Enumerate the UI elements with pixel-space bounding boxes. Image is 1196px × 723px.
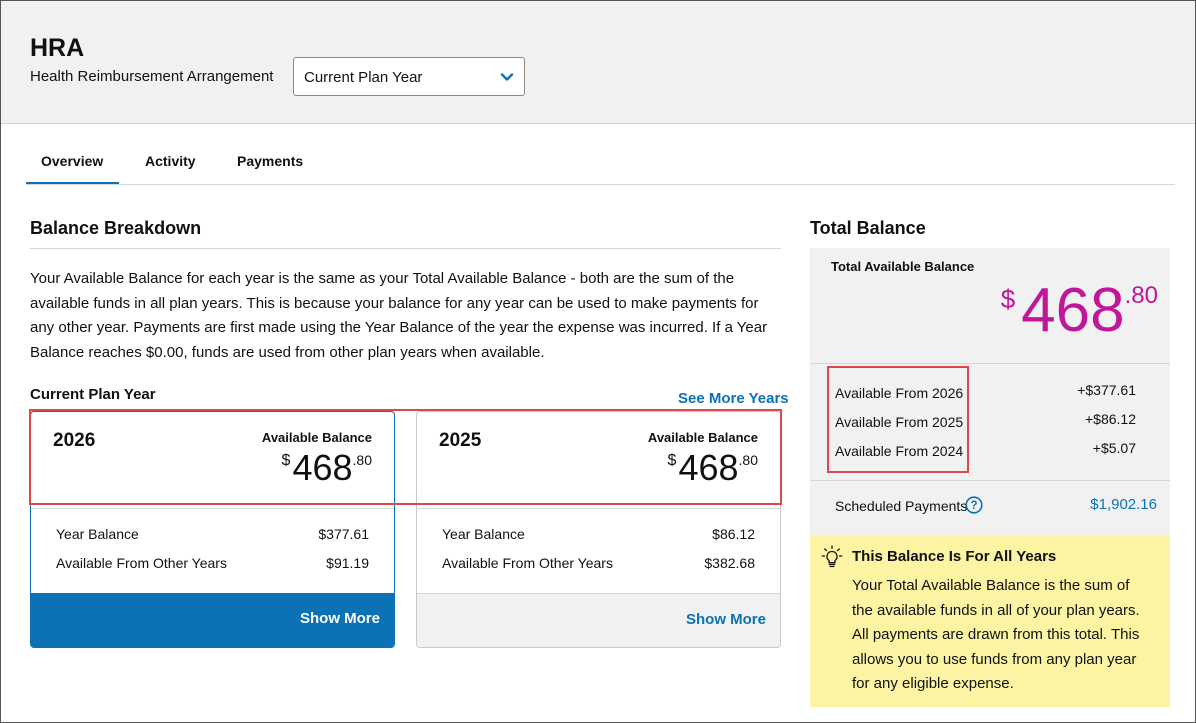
year-card-2026[interactable]: 2026 Available Balance $468.80 Year Bala… <box>30 411 395 648</box>
lightbulb-icon <box>821 545 843 568</box>
see-more-years-link[interactable]: See More Years <box>678 390 789 407</box>
balance-breakdown-title: Balance Breakdown <box>30 218 202 238</box>
tab-overview[interactable]: Overview <box>25 153 120 184</box>
app-window: HRA Health Reimbursement Arrangement Cur… <box>0 0 1196 723</box>
available-balance-amount: $468.80 <box>668 448 758 488</box>
available-from-row: Available From 2024 +$5.07 <box>835 440 1136 459</box>
row-value: $377.61 <box>318 526 369 542</box>
row-value: $86.12 <box>712 526 755 542</box>
amount-whole: 468 <box>678 447 739 488</box>
available-from-value: +$5.07 <box>1092 440 1136 456</box>
currency-symbol: $ <box>667 452 677 469</box>
amount-cents: .80 <box>738 452 758 468</box>
total-available-balance-label: Total Available Balance <box>831 259 975 274</box>
card-year: 2025 <box>439 430 482 451</box>
year-card-2025[interactable]: 2025 Available Balance $468.80 Year Bala… <box>416 411 781 648</box>
card-divider <box>31 508 394 509</box>
other-years-row: Available From Other Years $91.19 <box>56 555 369 571</box>
card-year: 2026 <box>53 430 96 451</box>
chevron-down-icon <box>500 73 514 81</box>
row-value: $382.68 <box>704 555 755 571</box>
current-plan-year-label: Current Plan Year <box>30 386 156 403</box>
scheduled-payments-label: Scheduled Payments <box>835 498 968 514</box>
available-from-row: Available From 2026 +$377.61 <box>835 382 1136 401</box>
panel-divider <box>810 363 1170 364</box>
available-from-value: +$86.12 <box>1085 411 1136 427</box>
available-balance-label: Available Balance <box>261 430 372 445</box>
scheduled-payments-value[interactable]: $1,902.16 <box>1090 496 1157 513</box>
svg-text:?: ? <box>970 500 977 512</box>
show-more-button[interactable]: Show More <box>686 611 766 628</box>
plan-year-select[interactable]: Current Plan Year <box>293 57 525 96</box>
total-available-balance-amount: $468.80 <box>1001 278 1158 344</box>
currency-symbol: $ <box>1000 284 1016 314</box>
amount-cents: .80 <box>352 452 372 468</box>
available-from-label: Available From 2026 <box>835 385 964 401</box>
row-value: $91.19 <box>326 555 369 571</box>
available-balance-amount: $468.80 <box>282 448 372 488</box>
panel-divider <box>810 480 1170 481</box>
available-balance-label: Available Balance <box>647 430 758 445</box>
row-label: Available From Other Years <box>442 555 613 571</box>
show-more-button[interactable]: Show More <box>300 610 380 627</box>
total-balance-title: Total Balance <box>810 218 926 238</box>
currency-symbol: $ <box>281 452 291 469</box>
available-from-row: Available From 2025 +$86.12 <box>835 411 1136 430</box>
tab-payments[interactable]: Payments <box>237 153 303 169</box>
question-circle-icon[interactable]: ? <box>965 496 983 514</box>
page-header: HRA Health Reimbursement Arrangement Cur… <box>1 1 1195 124</box>
available-from-value: +$377.61 <box>1077 382 1136 398</box>
card-divider <box>417 508 780 509</box>
year-balance-row: Year Balance $377.61 <box>56 526 369 542</box>
row-label: Year Balance <box>56 526 139 542</box>
year-balance-row: Year Balance $86.12 <box>442 526 755 542</box>
card-footer: Show More <box>417 593 780 647</box>
amount-whole: 468 <box>292 447 353 488</box>
tab-activity[interactable]: Activity <box>145 153 196 169</box>
card-footer: Show More <box>31 593 394 647</box>
available-from-label: Available From 2025 <box>835 414 964 430</box>
row-label: Year Balance <box>442 526 525 542</box>
other-years-row: Available From Other Years $382.68 <box>442 555 755 571</box>
notice-body: Your Total Available Balance is the sum … <box>852 577 1140 692</box>
page-title: HRA <box>30 34 85 62</box>
all-years-notice: This Balance Is For All Years Your Total… <box>810 535 1170 707</box>
amount-cents: .80 <box>1124 282 1158 309</box>
total-balance-panel: Total Available Balance $468.80 Availabl… <box>810 248 1170 535</box>
tab-bar: Overview Activity Payments <box>25 141 1175 185</box>
available-from-label: Available From 2024 <box>835 443 964 459</box>
page-subtitle: Health Reimbursement Arrangement <box>30 68 274 85</box>
section-divider <box>30 248 781 249</box>
notice-title: This Balance Is For All Years <box>852 548 1057 565</box>
amount-whole: 468 <box>1021 276 1125 345</box>
row-label: Available From Other Years <box>56 555 227 571</box>
plan-year-select-value: Current Plan Year <box>304 69 423 86</box>
balance-breakdown-description: Your Available Balance for each year is … <box>30 270 768 361</box>
